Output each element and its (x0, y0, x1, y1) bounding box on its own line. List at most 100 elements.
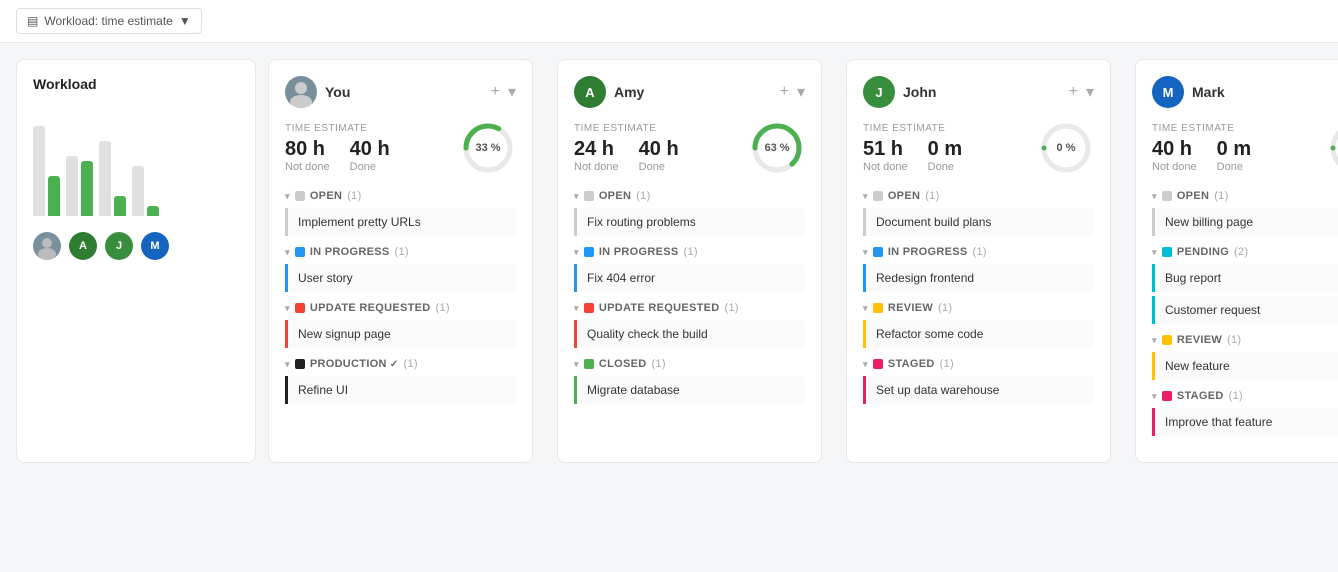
col-header-left: A Amy (574, 76, 644, 108)
not-done-value: 24 h (574, 138, 619, 161)
avatars-row: A J M (33, 232, 239, 260)
status-group-review: ▾ REVIEW (1) Refactor some code (863, 302, 1094, 348)
status-header[interactable]: ▾ OPEN (1) (863, 190, 1094, 202)
col-header-right: + ▾ (780, 82, 805, 102)
task-item[interactable]: New billing page (1152, 208, 1338, 236)
done-item: 0 m Done (1217, 138, 1251, 173)
task-item[interactable]: Quality check the build (574, 320, 805, 348)
task-label: Refine UI (298, 383, 348, 397)
status-header[interactable]: ▾ STAGED (1) (863, 358, 1094, 370)
status-header[interactable]: ▾ REVIEW (1) (1152, 334, 1338, 346)
task-item[interactable]: New feature (1152, 352, 1338, 380)
chevron-icon: ▾ (863, 191, 868, 202)
check-icon: ✓ (387, 359, 399, 370)
status-header[interactable]: ▾ CLOSED (1) (574, 358, 805, 370)
status-header[interactable]: ▾ PRODUCTION ✓ (1) (285, 358, 516, 370)
time-values: 24 h Not done 40 h Done (574, 138, 679, 173)
task-item[interactable]: Document build plans (863, 208, 1094, 236)
status-header[interactable]: ▾ OPEN (1) (285, 190, 516, 202)
status-header[interactable]: ▾ STAGED (1) (1152, 390, 1338, 402)
chart-icon: ▤ (27, 14, 38, 28)
col-header-left: You (285, 76, 350, 108)
status-label: IN PROGRESS (888, 246, 968, 258)
status-group-review: ▾ REVIEW (1) New feature (1152, 334, 1338, 380)
status-count: (1) (436, 302, 450, 314)
status-dot (1162, 191, 1172, 201)
status-group-open: ▾ OPEN (1) Implement pretty URLs (285, 190, 516, 236)
avatar-john: J (105, 232, 133, 260)
not-done-item: 51 h Not done (863, 138, 908, 173)
add-icon[interactable]: + (780, 83, 789, 101)
add-icon[interactable]: + (1069, 83, 1078, 101)
done-item: 40 h Done (350, 138, 390, 173)
status-dot (295, 359, 305, 369)
status-dot (873, 247, 883, 257)
task-item[interactable]: Set up data warehouse (863, 376, 1094, 404)
task-item[interactable]: Improve that feature (1152, 408, 1338, 436)
workload-filter-label: Workload: time estimate (44, 14, 173, 28)
time-section: TIME ESTIMATE 80 h Not done 40 h Done 33… (285, 120, 516, 176)
task-label: Refactor some code (876, 327, 983, 341)
task-item[interactable]: Migrate database (574, 376, 805, 404)
task-label: Document build plans (876, 215, 991, 229)
add-icon[interactable]: + (491, 83, 500, 101)
status-dot (1162, 335, 1172, 345)
bar-green-1 (48, 176, 60, 216)
bar-gray-2 (66, 156, 78, 216)
chevron-icon: ▾ (863, 359, 868, 370)
task-item[interactable]: Implement pretty URLs (285, 208, 516, 236)
status-count: (1) (938, 302, 952, 314)
task-label: Redesign frontend (876, 271, 974, 285)
status-header[interactable]: ▾ IN PROGRESS (1) (574, 246, 805, 258)
status-header[interactable]: ▾ OPEN (1) (574, 190, 805, 202)
task-item[interactable]: Customer request (1152, 296, 1338, 324)
not-done-value: 40 h (1152, 138, 1197, 161)
avatar-mark: M (1152, 76, 1184, 108)
main-content: Workload (0, 43, 1338, 479)
collapse-icon[interactable]: ▾ (508, 82, 516, 102)
task-item[interactable]: Fix routing problems (574, 208, 805, 236)
task-label: Migrate database (587, 383, 680, 397)
task-label: Fix 404 error (587, 271, 655, 285)
status-count: (1) (940, 358, 954, 370)
task-label: Customer request (1165, 303, 1260, 317)
status-header[interactable]: ▾ REVIEW (1) (863, 302, 1094, 314)
status-count: (1) (684, 246, 698, 258)
person-columns: You + ▾ TIME ESTIMATE 80 h Not done 40 h… (268, 59, 1338, 463)
status-label: UPDATE REQUESTED (599, 302, 720, 314)
bar-group-2 (66, 106, 93, 216)
done-value: 0 m (928, 138, 962, 161)
task-item[interactable]: Refine UI (285, 376, 516, 404)
task-item[interactable]: Refactor some code (863, 320, 1094, 348)
status-group-staged: ▾ STAGED (1) Set up data warehouse (863, 358, 1094, 404)
person-col-mark: M Mark + ▾ TIME ESTIMATE 40 h Not done 0… (1135, 59, 1338, 463)
done-item: 40 h Done (639, 138, 679, 173)
status-dot (295, 247, 305, 257)
status-group-pending: ▾ PENDING (2) Bug report Customer reques… (1152, 246, 1338, 324)
status-dot (1162, 247, 1172, 257)
collapse-icon[interactable]: ▾ (1086, 82, 1094, 102)
status-header[interactable]: ▾ IN PROGRESS (1) (863, 246, 1094, 258)
chevron-icon: ▾ (285, 191, 290, 202)
task-item[interactable]: Redesign frontend (863, 264, 1094, 292)
time-section: TIME ESTIMATE 24 h Not done 40 h Done 63… (574, 120, 805, 176)
status-header[interactable]: ▾ UPDATE REQUESTED (1) (574, 302, 805, 314)
status-header[interactable]: ▾ PENDING (2) (1152, 246, 1338, 258)
person-name: Amy (614, 84, 644, 100)
status-header[interactable]: ▾ IN PROGRESS (1) (285, 246, 516, 258)
status-header[interactable]: ▾ OPEN (1) (1152, 190, 1338, 202)
collapse-icon[interactable]: ▾ (797, 82, 805, 102)
time-values: 40 h Not done 0 m Done (1152, 138, 1251, 173)
donut-pct-label: 33 % (475, 142, 500, 154)
task-item[interactable]: Fix 404 error (574, 264, 805, 292)
task-item[interactable]: New signup page (285, 320, 516, 348)
workload-filter-button[interactable]: ▤ Workload: time estimate ▼ (16, 8, 202, 34)
chevron-down-icon: ▼ (179, 14, 191, 28)
col-header-left: M Mark (1152, 76, 1225, 108)
col-header-right: + ▾ (491, 82, 516, 102)
status-header[interactable]: ▾ UPDATE REQUESTED (1) (285, 302, 516, 314)
task-item[interactable]: User story (285, 264, 516, 292)
status-count: (1) (925, 190, 939, 202)
status-label: OPEN (888, 190, 920, 202)
task-item[interactable]: Bug report (1152, 264, 1338, 292)
